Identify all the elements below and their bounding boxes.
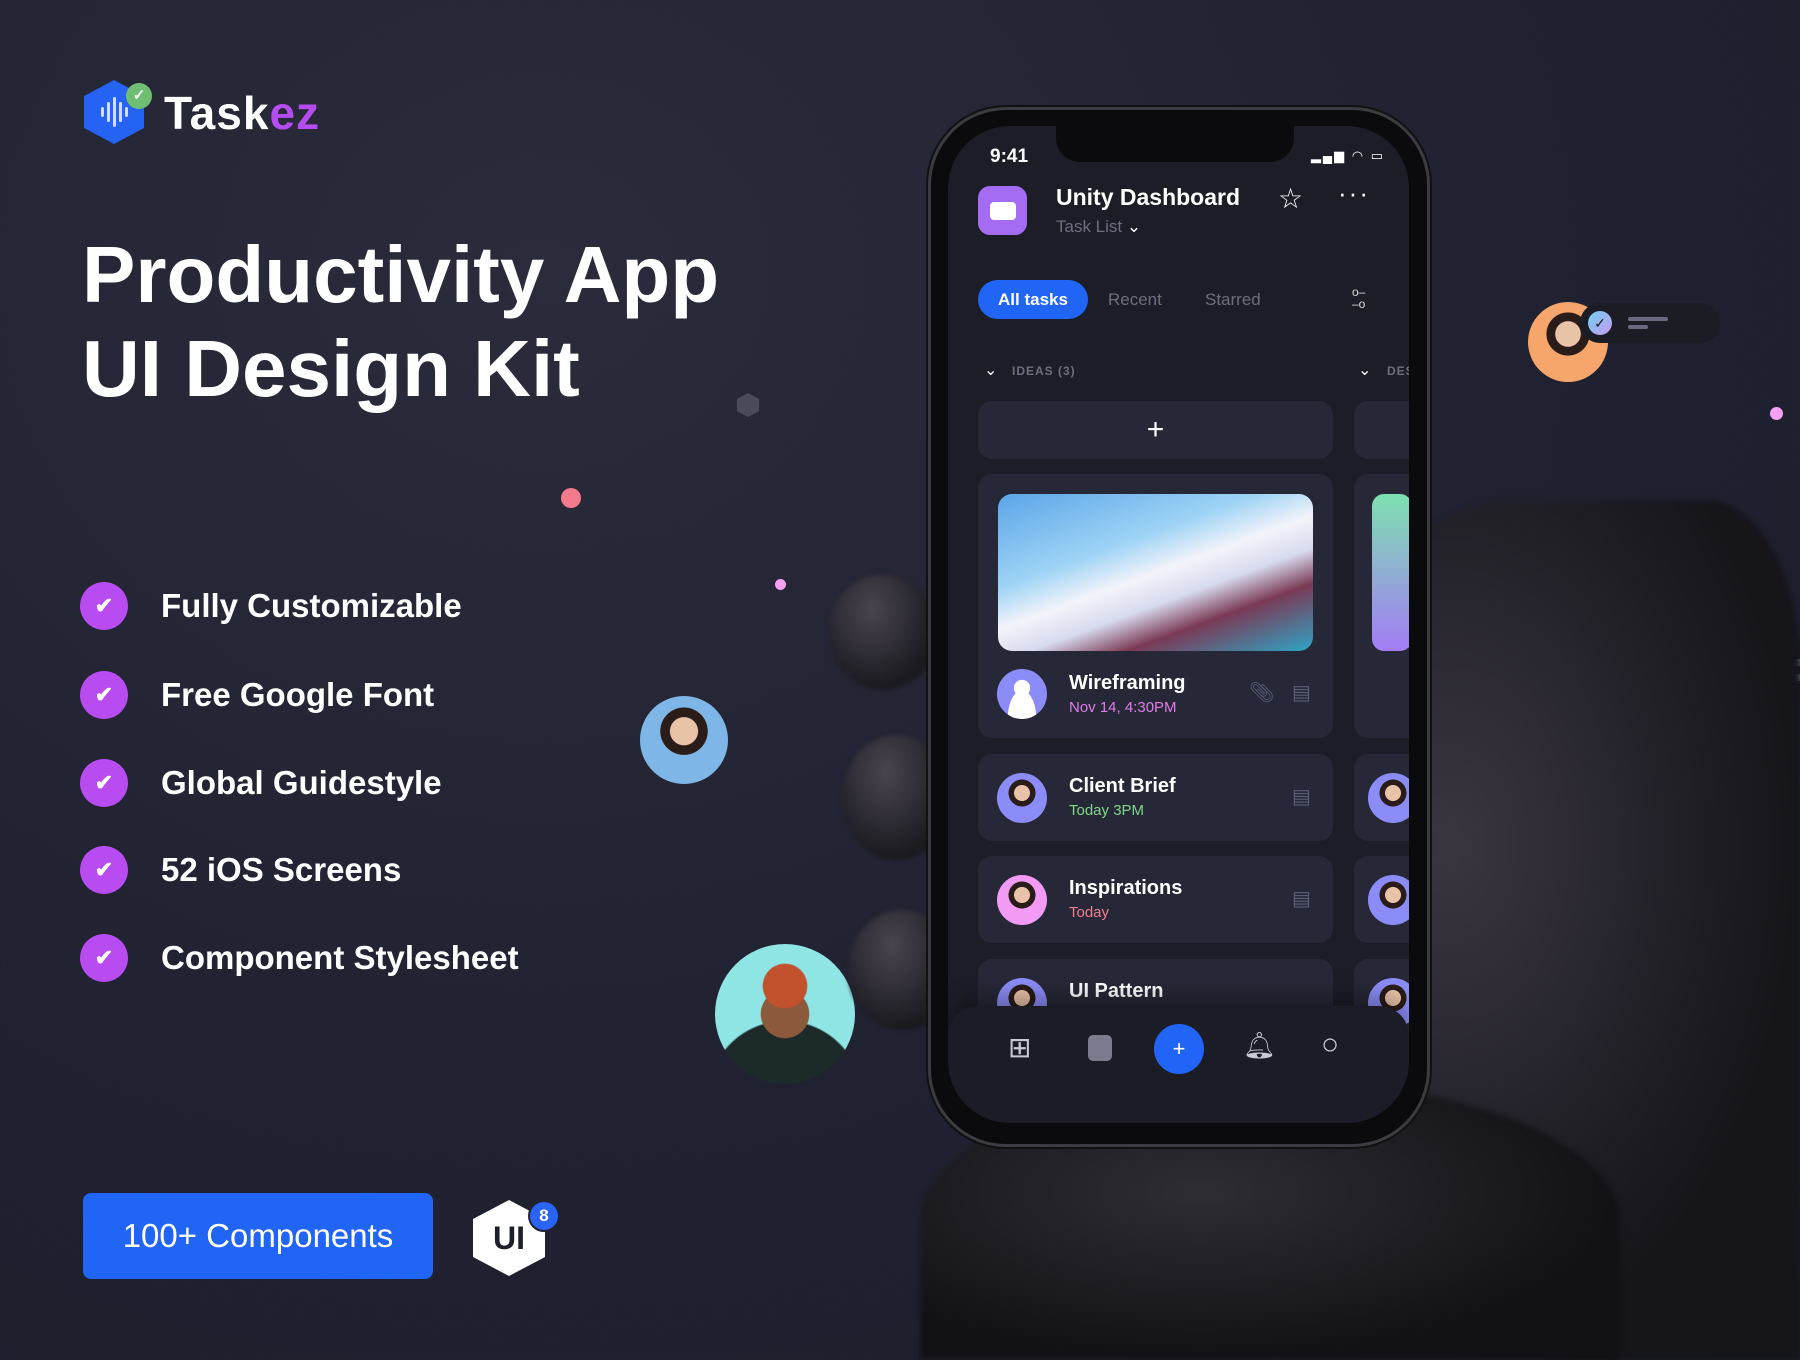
attachment-icon: 📎︎ — [1249, 682, 1275, 704]
chevron-down-icon[interactable]: ⌄ — [1358, 360, 1371, 380]
bottom-nav: ⊞ + 🔔︎ ○ — [948, 1006, 1409, 1123]
notes-icon: ▤ — [1292, 786, 1311, 808]
phone-screen: 9:41 ▂▄▆ ◠ ▭ Unity Dashboard Task List ⌄… — [948, 126, 1409, 1123]
board-switcher[interactable]: Task List ⌄ — [1056, 217, 1141, 237]
check-icon: ✔ — [80, 759, 128, 807]
decor-hexagon — [737, 393, 759, 417]
chevron-down-icon[interactable]: ⌄ — [984, 360, 997, 380]
avatar — [997, 773, 1047, 823]
task-card[interactable]: Wireframing Nov 14, 4:30PM 📎︎ ▤ — [978, 474, 1333, 738]
task-card[interactable]: Client Brief Today 3PM ▤ — [978, 754, 1333, 841]
add-task-button[interactable]: + — [978, 401, 1333, 459]
decor-dot — [561, 488, 581, 508]
task-date: Today 3PM — [1069, 802, 1145, 819]
more-icon[interactable]: ··· — [1338, 178, 1370, 209]
feature-item: ✔ Free Google Font — [80, 671, 434, 719]
status-icons: ▂▄▆ ◠ ▭ — [1310, 148, 1385, 163]
status-time: 9:41 — [990, 146, 1029, 167]
filter-icon[interactable]: o– –o — [1352, 286, 1365, 310]
task-title: UI Pattern — [1069, 980, 1164, 1002]
check-icon: ✔ — [80, 671, 128, 719]
check-icon: ✔ — [80, 934, 128, 982]
task-illustration — [998, 494, 1313, 651]
tab-starred[interactable]: Starred — [1205, 290, 1261, 310]
list-icon[interactable] — [1088, 1035, 1112, 1061]
add-task-button[interactable] — [1354, 401, 1409, 459]
app-icon — [978, 186, 1027, 235]
tab-all-tasks[interactable]: All tasks — [978, 280, 1088, 319]
avatar-man — [715, 944, 855, 1084]
headline: Productivity App UI Design Kit — [82, 230, 720, 413]
feature-item: ✔ Global Guidestyle — [80, 759, 442, 807]
avatar — [1368, 875, 1409, 925]
task-card[interactable]: Inspirations Today ▤ — [978, 856, 1333, 943]
notes-icon: ▤ — [1292, 888, 1311, 910]
avatar — [1368, 773, 1409, 823]
section-label: IDEAS (3) — [1012, 364, 1076, 378]
check-icon: ✓ — [1588, 311, 1612, 335]
task-card[interactable] — [1354, 856, 1409, 943]
notch — [1056, 126, 1294, 162]
feature-item: ✔ Fully Customizable — [80, 582, 462, 630]
task-title: Inspirations — [1069, 877, 1183, 899]
bell-icon[interactable]: 🔔︎ — [1243, 1030, 1276, 1061]
hand-finger — [828, 575, 938, 690]
feature-item: ✔ Component Stylesheet — [80, 934, 519, 982]
section-label: DES — [1387, 364, 1409, 378]
brand-name: Taskez — [164, 87, 321, 139]
decor-dot — [1770, 407, 1783, 420]
decor-dot — [775, 579, 786, 590]
task-date: Today — [1069, 904, 1110, 921]
feature-item: ✔ 52 iOS Screens — [80, 846, 401, 894]
components-button[interactable]: 100+ Components — [83, 1193, 433, 1279]
task-title: Wireframing — [1069, 672, 1186, 694]
tab-recent[interactable]: Recent — [1108, 290, 1162, 310]
notification-pill: ✓ — [1580, 303, 1720, 343]
task-date: Nov 14, 4:30PM — [1069, 699, 1177, 716]
notes-icon: ▤ — [1292, 682, 1311, 704]
ui8-count-badge: 8 — [528, 1200, 560, 1232]
star-list-icon[interactable]: ☆ — [1278, 182, 1303, 215]
add-icon[interactable]: + — [1154, 1024, 1204, 1074]
task-card[interactable] — [1354, 474, 1409, 738]
search-icon[interactable]: ○ — [1321, 1028, 1339, 1062]
check-icon: ✔ — [80, 582, 128, 630]
avatar-woman — [640, 696, 728, 784]
avatar — [997, 875, 1047, 925]
grid-icon[interactable]: ⊞ — [1008, 1031, 1031, 1064]
avatar-placeholder — [997, 669, 1047, 719]
check-badge-icon: ✓ — [126, 83, 152, 109]
task-card[interactable] — [1354, 754, 1409, 841]
check-icon: ✔ — [80, 846, 128, 894]
board-title: Unity Dashboard — [1056, 184, 1241, 210]
chevron-down-icon: ⌄ — [1126, 217, 1142, 236]
task-title: Client Brief — [1069, 775, 1176, 797]
